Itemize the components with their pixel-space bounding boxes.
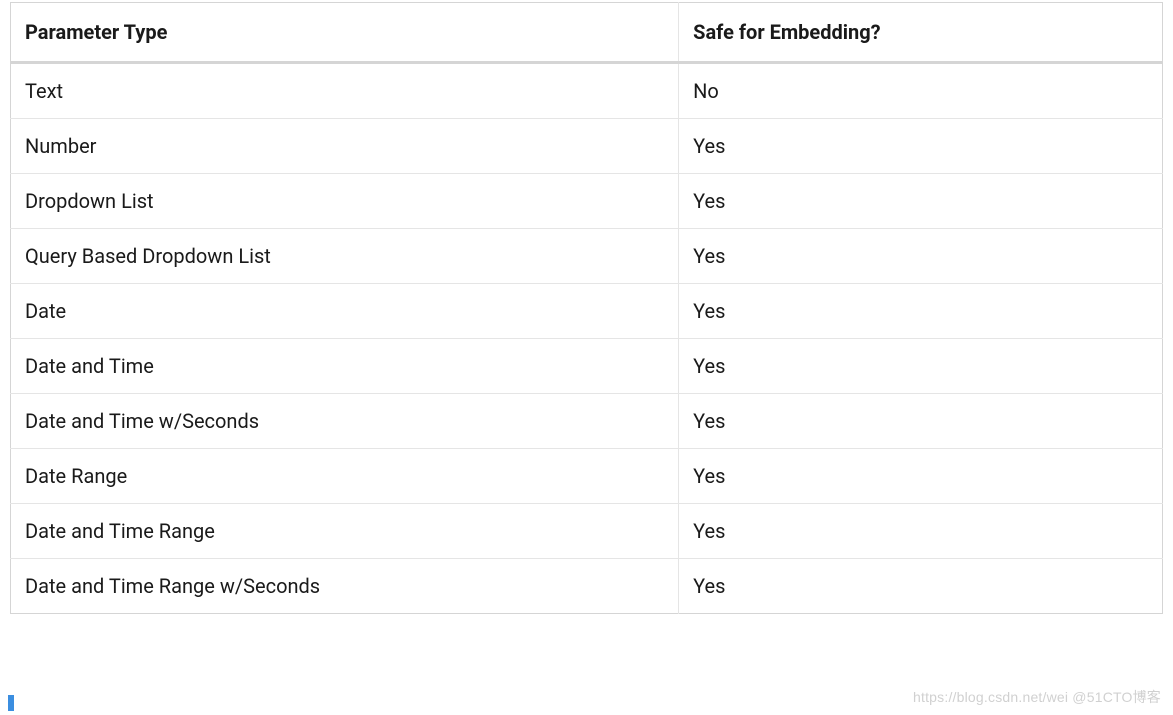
watermark-text: https://blog.csdn.net/wei @51CTO博客: [913, 687, 1161, 707]
table-row: Number Yes: [11, 119, 1163, 174]
cell-param: Date Range: [11, 449, 679, 504]
cell-safe: Yes: [679, 394, 1163, 449]
cell-safe: Yes: [679, 339, 1163, 394]
cell-safe: Yes: [679, 559, 1163, 614]
cell-safe: Yes: [679, 174, 1163, 229]
cell-param: Query Based Dropdown List: [11, 229, 679, 284]
cell-param: Number: [11, 119, 679, 174]
header-parameter-type: Parameter Type: [11, 3, 679, 63]
table-row: Query Based Dropdown List Yes: [11, 229, 1163, 284]
cell-param: Text: [11, 63, 679, 119]
table-body: Text No Number Yes Dropdown List Yes Que…: [11, 63, 1163, 614]
cell-param: Date and Time w/Seconds: [11, 394, 679, 449]
header-safe-embedding: Safe for Embedding?: [679, 3, 1163, 63]
table-row: Date and Time Yes: [11, 339, 1163, 394]
cell-param: Date: [11, 284, 679, 339]
cell-safe: Yes: [679, 284, 1163, 339]
cell-param: Date and Time Range w/Seconds: [11, 559, 679, 614]
table-row: Date Yes: [11, 284, 1163, 339]
table-row: Date and Time Range Yes: [11, 504, 1163, 559]
cell-safe: Yes: [679, 229, 1163, 284]
cell-param: Date and Time Range: [11, 504, 679, 559]
cell-safe: Yes: [679, 449, 1163, 504]
table-container: Parameter Type Safe for Embedding? Text …: [0, 0, 1173, 614]
cell-safe: Yes: [679, 504, 1163, 559]
table-row: Date and Time w/Seconds Yes: [11, 394, 1163, 449]
corner-bar-decoration: [8, 695, 14, 711]
cell-param: Date and Time: [11, 339, 679, 394]
cell-param: Dropdown List: [11, 174, 679, 229]
table-row: Date Range Yes: [11, 449, 1163, 504]
cell-safe: Yes: [679, 119, 1163, 174]
table-row: Date and Time Range w/Seconds Yes: [11, 559, 1163, 614]
table-row: Dropdown List Yes: [11, 174, 1163, 229]
cell-safe: No: [679, 63, 1163, 119]
table-header-row: Parameter Type Safe for Embedding?: [11, 3, 1163, 63]
parameter-table: Parameter Type Safe for Embedding? Text …: [10, 2, 1163, 614]
table-row: Text No: [11, 63, 1163, 119]
